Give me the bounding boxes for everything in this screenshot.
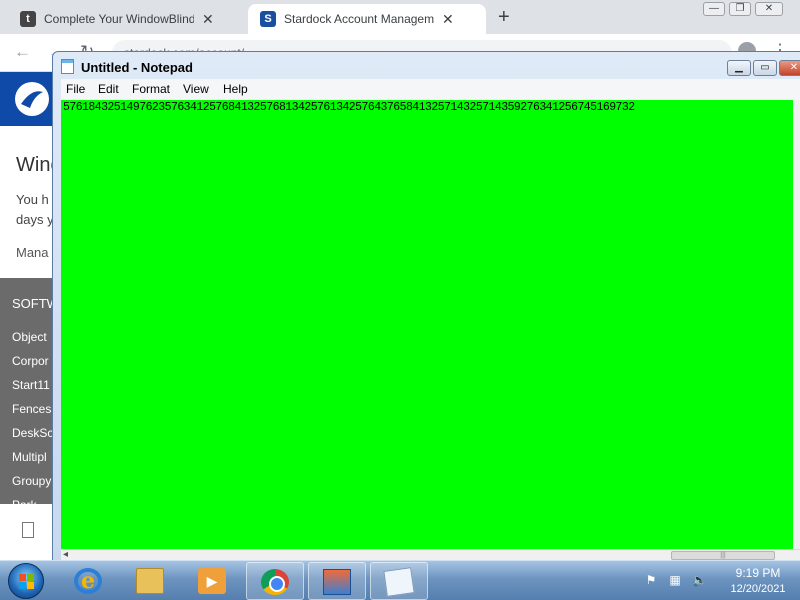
software-side-nav: SOFTW Object Corpor Start11 Fences DeskS…	[0, 278, 60, 504]
stardock-logo-icon[interactable]	[12, 80, 52, 118]
taskbar-notepad[interactable]	[370, 562, 428, 600]
taskbar-internet-explorer[interactable]: e	[60, 562, 118, 600]
browser-close-button[interactable]: ✕	[755, 2, 783, 16]
internet-explorer-icon: e	[74, 568, 102, 594]
notepad-minimize-button[interactable]: ▁	[727, 60, 751, 76]
windows-logo-pane	[19, 582, 26, 589]
action-center-flag-icon[interactable]: ⚑	[644, 573, 658, 587]
file-icon	[22, 522, 34, 538]
browser-tab-strip: t Complete Your WindowBlinds 10 ✕ S Star…	[0, 0, 800, 34]
network-icon[interactable]: ▦	[668, 573, 682, 587]
side-nav-item[interactable]: Corpor	[12, 354, 49, 368]
notepad-maximize-button[interactable]: ▭	[753, 60, 777, 76]
t-favicon-icon: t	[20, 11, 36, 27]
start-button[interactable]	[8, 563, 44, 599]
tab-title: Complete Your WindowBlinds 10	[44, 12, 194, 26]
media-player-icon: ▶	[198, 568, 226, 594]
volume-icon[interactable]: 🔈	[692, 573, 707, 587]
taskbar-chrome[interactable]	[246, 562, 304, 600]
vertical-scrollbar[interactable]	[793, 100, 800, 549]
notepad-text-area[interactable]: 5761843251497623576341257684132576813425…	[61, 100, 793, 549]
page-body-text: You h	[16, 192, 49, 207]
menu-file[interactable]: File	[66, 82, 85, 96]
menu-edit[interactable]: Edit	[98, 82, 119, 96]
chrome-icon	[261, 569, 289, 595]
notepad-icon	[61, 59, 74, 74]
taskbar-windows-app[interactable]	[308, 562, 366, 600]
manage-link[interactable]: Mana	[16, 245, 49, 260]
windows-logo-pane	[27, 582, 34, 589]
notepad-title-bar[interactable]: Untitled - Notepad ▁ ▭ ✕	[53, 52, 800, 80]
side-nav-item[interactable]: Object	[12, 330, 47, 344]
page-body-text: days y	[16, 212, 54, 227]
scroll-left-arrow-icon[interactable]: ◂	[63, 549, 68, 560]
notepad-menu-bar: File Edit Format View Help	[61, 79, 800, 100]
side-nav-item[interactable]: Groupy	[12, 474, 51, 488]
windows-logo-pane	[27, 574, 34, 581]
browser-maximize-button[interactable]: ❐	[729, 2, 751, 16]
menu-format[interactable]: Format	[132, 82, 170, 96]
menu-help[interactable]: Help	[223, 82, 248, 96]
tab-close-icon[interactable]: ✕	[202, 11, 214, 28]
browser-tab-windowblinds[interactable]: t Complete Your WindowBlinds 10 ✕	[8, 4, 246, 34]
tab-title: Stardock Account Management	[284, 12, 434, 26]
back-arrow-icon[interactable]: ←	[14, 42, 31, 62]
clock-date[interactable]: 12/20/2021	[722, 583, 794, 595]
stardock-favicon-icon: S	[260, 11, 276, 27]
clock-time[interactable]: 9:19 PM	[726, 566, 790, 580]
side-nav-item[interactable]: Park	[12, 498, 37, 504]
new-tab-button[interactable]: +	[498, 6, 510, 29]
notepad-icon	[383, 567, 415, 597]
side-nav-item[interactable]: Multipl	[12, 450, 47, 464]
browser-tab-stardock-account[interactable]: S Stardock Account Management ✕	[248, 4, 486, 34]
browser-minimize-button[interactable]: —	[703, 2, 725, 16]
scrollbar-thumb[interactable]: |||	[671, 551, 775, 560]
system-tray: ⚑ ▦ 🔈 9:19 PM 12/20/2021	[636, 561, 800, 600]
notepad-window: Untitled - Notepad ▁ ▭ ✕ File Edit Forma…	[52, 51, 800, 563]
side-nav-item[interactable]: Start11	[12, 378, 50, 392]
notepad-close-button[interactable]: ✕	[779, 60, 800, 76]
notepad-title: Untitled - Notepad	[81, 60, 193, 75]
windows-app-icon	[323, 569, 351, 595]
taskbar-media-player[interactable]: ▶	[184, 562, 242, 600]
windows-explorer-icon	[136, 568, 164, 594]
windows-logo-pane	[19, 574, 26, 581]
taskbar-windows-explorer[interactable]	[122, 562, 180, 600]
menu-view[interactable]: View	[183, 82, 209, 96]
taskbar: e ▶ ⚑ ▦ 🔈 9:19 PM 12/20/2021	[0, 560, 800, 600]
side-nav-item[interactable]: DeskSc	[12, 426, 53, 440]
notepad-text-content: 5761843251497623576341257684132576813425…	[63, 101, 635, 114]
side-nav-item[interactable]: Fences	[12, 402, 51, 416]
tab-close-icon[interactable]: ✕	[442, 11, 454, 28]
